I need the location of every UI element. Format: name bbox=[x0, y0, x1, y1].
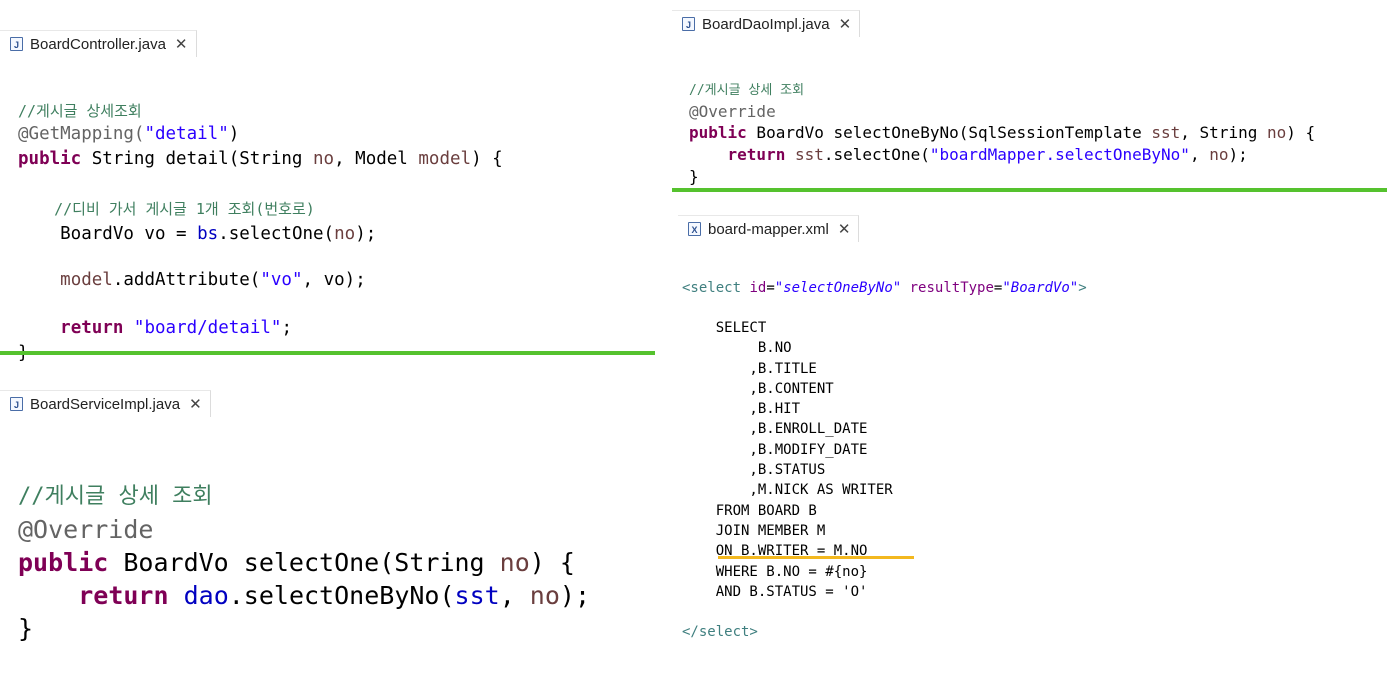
tab-label: BoardDaoImpl.java bbox=[702, 15, 830, 33]
highlight-underline bbox=[718, 556, 914, 559]
dao-code: //게시글 상세 조회 @Override public BoardVo selec… bbox=[689, 62, 1315, 207]
tab-board-controller[interactable]: J BoardController.java ✕ bbox=[0, 30, 197, 57]
separator bbox=[672, 188, 1387, 192]
code-line: ,M.NICK AS WRITER bbox=[682, 482, 893, 499]
code-line: } bbox=[689, 167, 699, 186]
code-line: FROM BOARD B bbox=[682, 502, 817, 519]
java-file-icon: J bbox=[10, 37, 23, 51]
code-line: } bbox=[18, 614, 34, 643]
code-line: </select> bbox=[682, 624, 758, 641]
code-line: ,B.ENROLL_DATE bbox=[682, 421, 868, 438]
code-line: model.addAttribute("vo", vo); bbox=[60, 270, 366, 290]
controller-code: //게시글 상세조회 @GetMapping("detail") public St… bbox=[18, 80, 503, 386]
tab-board-service-impl[interactable]: J BoardServiceImpl.java ✕ bbox=[0, 390, 211, 417]
close-icon[interactable]: ✕ bbox=[839, 15, 852, 33]
code-line: @GetMapping("detail") bbox=[18, 124, 240, 144]
code-line: ,B.MODIFY_DATE bbox=[682, 441, 868, 458]
tab-label: BoardServiceImpl.java bbox=[30, 395, 181, 413]
code-line: public String detail(String no, Model mo… bbox=[18, 149, 503, 169]
tab-board-mapper-xml[interactable]: X board-mapper.xml ✕ bbox=[678, 215, 860, 242]
code-line: //게시글 상세조회 bbox=[18, 102, 142, 120]
code-line: BoardVo vo = bs.selectOne(no); bbox=[18, 224, 377, 244]
code-line: ,B.TITLE bbox=[682, 360, 817, 377]
code-line: //디비 가서 게시글 1개 조회(번호로) bbox=[18, 200, 315, 218]
close-icon[interactable]: ✕ bbox=[838, 220, 851, 238]
code-line: @Override bbox=[18, 515, 154, 544]
code-line: SELECT bbox=[682, 320, 767, 336]
highlighted-code-line: WHERE B.NO = #{no} bbox=[682, 563, 868, 580]
mapper-code: <select id="selectOneByNo" resultType="B… bbox=[682, 262, 1087, 658]
code-line: ,B.STATUS bbox=[682, 462, 826, 479]
code-line: //게시글 상세 조회 bbox=[18, 484, 213, 509]
code-line: B.NO bbox=[682, 340, 792, 357]
code-line: //게시글 상세 조회 bbox=[689, 83, 805, 98]
close-icon[interactable]: ✕ bbox=[175, 35, 188, 53]
code-line: AND B.STATUS = 'O' bbox=[682, 583, 868, 600]
tab-board-dao-impl[interactable]: J BoardDaoImpl.java ✕ bbox=[672, 10, 861, 37]
tab-label: BoardController.java bbox=[30, 35, 166, 53]
xml-file-icon: X bbox=[688, 222, 701, 236]
code-line: JOIN MEMBER M bbox=[682, 522, 826, 539]
code-line: return "board/detail"; bbox=[60, 318, 292, 338]
close-icon[interactable]: ✕ bbox=[189, 395, 202, 413]
code-line: return dao.selectOneByNo(sst, no); bbox=[78, 581, 591, 610]
tab-label: board-mapper.xml bbox=[708, 220, 829, 238]
java-file-icon: J bbox=[682, 17, 695, 31]
code-line: return sst.selectOne("boardMapper.select… bbox=[727, 145, 1248, 164]
service-code: //게시글 상세 조회 @Override public BoardVo selec… bbox=[18, 452, 590, 674]
code-line: ,B.CONTENT bbox=[682, 380, 834, 397]
code-line: <select id="selectOneByNo" resultType="B… bbox=[682, 280, 1087, 296]
code-line: ,B.HIT bbox=[682, 401, 801, 418]
code-line: @Override bbox=[689, 102, 776, 121]
code-line: public BoardVo selectOneByNo(SqlSessionT… bbox=[689, 123, 1316, 142]
separator bbox=[0, 351, 655, 355]
java-file-icon: J bbox=[10, 397, 23, 411]
code-line: public BoardVo selectOne(String no) { bbox=[18, 548, 575, 577]
